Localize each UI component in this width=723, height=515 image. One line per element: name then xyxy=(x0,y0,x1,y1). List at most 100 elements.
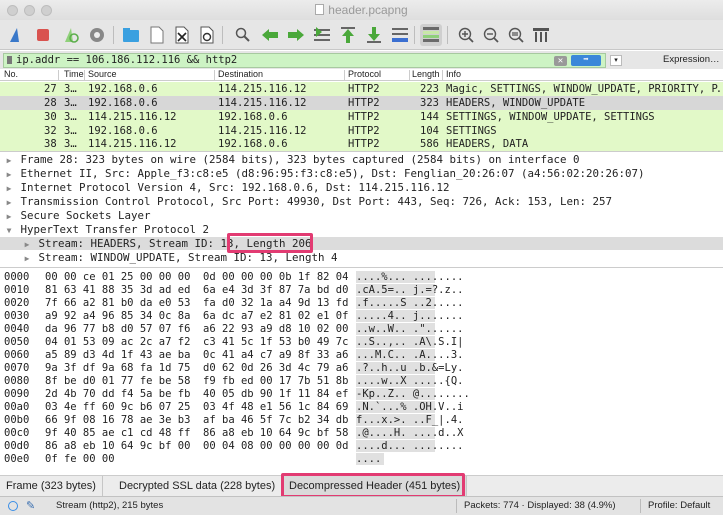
packet-destination: 114.215.116.12 xyxy=(218,83,307,95)
file-icon[interactable] xyxy=(146,24,168,46)
packet-row[interactable]: 27 3… 192.168.0.6 114.215.116.12 HTTP2 2… xyxy=(0,82,723,97)
zoom-out-icon[interactable] xyxy=(480,24,502,46)
status-divider xyxy=(640,499,641,513)
expert-info-icon[interactable] xyxy=(8,501,18,511)
expand-triangle-icon[interactable]: ▶ xyxy=(4,210,14,223)
packet-no: 27 xyxy=(44,83,57,95)
detail-tree-item-selected[interactable]: ▶ Stream: HEADERS, Stream ID: 13, Length… xyxy=(0,237,723,250)
expand-triangle-icon[interactable]: ▶ xyxy=(4,182,14,195)
goto-packet-icon[interactable] xyxy=(311,24,333,46)
packet-protocol: HTTP2 xyxy=(348,138,380,150)
filter-text: ip.addr == 106.186.112.116 && http2 xyxy=(16,54,238,66)
shark-fin-icon[interactable] xyxy=(5,24,27,46)
toolbar-separator xyxy=(447,26,448,44)
column-divider[interactable] xyxy=(442,70,443,80)
column-divider[interactable] xyxy=(84,70,85,80)
colorize-icon[interactable] xyxy=(420,24,442,46)
packet-no: 30 xyxy=(44,111,57,123)
detail-tree-item[interactable]: ▶ Ethernet II, Src: Apple_f3:c8:e5 (d8:9… xyxy=(0,167,723,180)
filter-history-dropdown[interactable]: ▾ xyxy=(610,55,622,66)
restart-icon[interactable] xyxy=(59,24,81,46)
detail-tree-item[interactable]: ▶ Frame 28: 323 bytes on wire (2584 bits… xyxy=(0,153,723,166)
packet-time: 3… xyxy=(64,83,77,95)
bytes-offset: 0030 xyxy=(4,310,30,322)
zoom-window-button[interactable] xyxy=(41,5,52,16)
close-file-icon[interactable] xyxy=(171,24,193,46)
packet-destination: 192.168.0.6 xyxy=(218,138,288,150)
minimize-window-button[interactable] xyxy=(24,5,35,16)
column-header-info[interactable]: Info xyxy=(446,69,461,80)
packet-row[interactable]: 38 3… 114.215.116.12 192.168.0.6 HTTP2 5… xyxy=(0,137,723,152)
first-packet-icon[interactable] xyxy=(337,24,359,46)
bytes-offset: 00b0 xyxy=(4,414,30,426)
bytes-hex: 8f be d0 01 77 fe be 58 f9 fb ed 00 17 7… xyxy=(45,375,349,387)
find-icon[interactable] xyxy=(232,24,254,46)
bytes-ascii: .....4.. j....... xyxy=(356,310,464,322)
collapse-triangle-icon[interactable]: ▼ xyxy=(4,224,14,237)
tab-decrypted-ssl[interactable]: Decrypted SSL data (228 bytes) xyxy=(113,476,283,496)
back-arrow-icon[interactable] xyxy=(259,24,281,46)
column-divider[interactable] xyxy=(214,70,215,80)
autoscroll-icon[interactable] xyxy=(389,24,411,46)
packet-source: 114.215.116.12 xyxy=(88,138,177,150)
bytes-ascii: ...M.C.. .A....3. xyxy=(356,349,464,361)
column-header-time[interactable]: Time xyxy=(64,69,84,80)
expression-button[interactable]: Expression… xyxy=(663,54,720,65)
close-window-button[interactable] xyxy=(7,5,18,16)
edit-comment-icon[interactable]: ✎ xyxy=(26,497,35,515)
packet-info: SETTINGS, WINDOW_UPDATE, SETTINGS xyxy=(446,111,655,123)
detail-tree-item[interactable]: ▶ Transmission Control Protocol, Src Por… xyxy=(0,195,723,208)
packet-info: Magic, SETTINGS, WINDOW_UPDATE, PRIORITY… xyxy=(446,83,720,95)
column-divider[interactable] xyxy=(409,70,410,80)
forward-arrow-icon[interactable] xyxy=(285,24,307,46)
packet-row[interactable]: 30 3… 114.215.116.12 192.168.0.6 HTTP2 1… xyxy=(0,110,723,125)
column-header-length[interactable]: Length xyxy=(412,69,440,80)
column-header-protocol[interactable]: Protocol xyxy=(348,69,381,80)
column-divider[interactable] xyxy=(344,70,345,80)
column-header-no[interactable]: No. xyxy=(4,69,18,80)
capture-options-icon[interactable] xyxy=(86,24,108,46)
apply-filter-icon[interactable]: ➡ xyxy=(571,55,601,66)
detail-tree-item[interactable]: ▶ Stream: WINDOW_UPDATE, Stream ID: 13, … xyxy=(0,251,723,264)
bytes-ascii: ..w..W.. ."...... xyxy=(356,323,464,335)
status-field-info: Stream (http2), 215 bytes xyxy=(56,500,164,511)
bytes-hex: 9a 3f df 9a 68 fa 1d 75 d0 62 0d 26 3d 4… xyxy=(45,362,349,374)
bytes-hex: 86 a8 eb 10 64 9c bf 00 00 04 08 00 00 0… xyxy=(45,440,349,452)
normal-size-icon[interactable] xyxy=(505,24,527,46)
tab-frame[interactable]: Frame (323 bytes) xyxy=(0,476,103,496)
packet-destination: 114.215.116.12 xyxy=(218,97,307,109)
expand-triangle-icon[interactable]: ▶ xyxy=(4,168,14,181)
bytes-hex: 0f fe 00 00 xyxy=(45,453,115,465)
bookmark-icon[interactable] xyxy=(7,56,12,64)
packet-row-selected[interactable]: 28 3… 192.168.0.6 114.215.116.12 HTTP2 3… xyxy=(0,96,723,111)
detail-tree-item[interactable]: ▶ Internet Protocol Version 4, Src: 192.… xyxy=(0,181,723,194)
stop-icon[interactable] xyxy=(32,24,54,46)
display-filter-input[interactable]: ip.addr == 106.186.112.116 && http2 ✕ ➡ xyxy=(3,53,606,68)
bytes-offset: 0070 xyxy=(4,362,30,374)
expand-triangle-icon[interactable]: ▶ xyxy=(22,238,32,251)
column-divider[interactable] xyxy=(58,70,59,80)
clear-filter-icon[interactable]: ✕ xyxy=(554,56,567,66)
packet-protocol: HTTP2 xyxy=(348,111,380,123)
detail-tree-item-expanded[interactable]: ▼ HyperText Transfer Protocol 2 xyxy=(0,223,723,236)
expand-triangle-icon[interactable]: ▶ xyxy=(4,154,14,167)
window-title: header.pcapng xyxy=(328,3,408,17)
open-folder-icon[interactable] xyxy=(120,24,142,46)
column-header-destination[interactable]: Destination xyxy=(218,69,263,80)
detail-text: Transmission Control Protocol, Src Port:… xyxy=(20,195,613,208)
bytes-offset: 00e0 xyxy=(4,453,30,465)
detail-tree-item[interactable]: ▶ Secure Sockets Layer xyxy=(0,209,723,222)
expand-triangle-icon[interactable]: ▶ xyxy=(22,252,32,265)
packet-protocol: HTTP2 xyxy=(348,97,380,109)
packet-protocol: HTTP2 xyxy=(348,83,380,95)
detail-text: Frame 28: 323 bytes on wire (2584 bits),… xyxy=(20,153,580,166)
last-packet-icon[interactable] xyxy=(363,24,385,46)
resize-columns-icon[interactable] xyxy=(530,24,552,46)
column-header-source[interactable]: Source xyxy=(88,69,117,80)
bytes-ascii: .N.`...% .OH.V..i xyxy=(356,401,464,413)
status-profile[interactable]: Profile: Default xyxy=(648,497,710,515)
reload-icon[interactable] xyxy=(196,24,218,46)
zoom-in-icon[interactable] xyxy=(455,24,477,46)
packet-no: 28 xyxy=(44,97,57,109)
expand-triangle-icon[interactable]: ▶ xyxy=(4,196,14,209)
